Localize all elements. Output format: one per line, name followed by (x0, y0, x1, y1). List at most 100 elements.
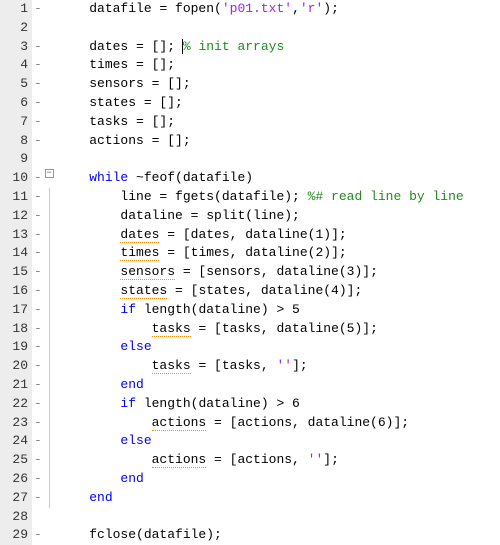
breakpoint-dash[interactable]: - (32, 132, 42, 151)
code-content[interactable]: dates = []; % init arrays (56, 38, 500, 57)
breakpoint-dash[interactable]: - (32, 395, 42, 414)
breakpoint-dash[interactable]: - (32, 188, 42, 207)
breakpoint-dash[interactable]: - (32, 376, 42, 395)
code-line[interactable]: 16- states = [states, dataline(4)]; (0, 282, 500, 301)
code-content[interactable]: fclose(datafile); (56, 526, 500, 545)
code-content[interactable]: states = [states, dataline(4)]; (56, 282, 500, 301)
breakpoint-dash[interactable]: - (32, 113, 42, 132)
fold-guide-line (49, 376, 50, 395)
breakpoint-dash[interactable]: - (32, 526, 42, 545)
code-content[interactable]: end (56, 376, 500, 395)
code-content[interactable]: tasks = []; (56, 113, 500, 132)
line-number: 12 (12, 207, 28, 226)
fold-column (42, 244, 56, 263)
code-content[interactable]: times = []; (56, 56, 500, 75)
code-editor[interactable]: 1- datafile = fopen('p01.txt','r');23- d… (0, 0, 500, 545)
line-number-gutter: 19 (0, 338, 32, 357)
code-content[interactable]: states = []; (56, 94, 500, 113)
code-content[interactable]: tasks = [tasks, '']; (56, 357, 500, 376)
code-content[interactable]: if length(dataline) > 6 (56, 395, 500, 414)
code-line[interactable]: 19- else (0, 338, 500, 357)
code-content[interactable]: sensors = []; (56, 75, 500, 94)
code-line[interactable]: 27- end (0, 489, 500, 508)
breakpoint-dash[interactable]: - (32, 338, 42, 357)
breakpoint-dash[interactable]: - (32, 169, 42, 188)
code-line[interactable]: 1- datafile = fopen('p01.txt','r'); (0, 0, 500, 19)
code-line[interactable]: 3- dates = []; % init arrays (0, 38, 500, 57)
code-line[interactable]: 23- actions = [actions, dataline(6)]; (0, 414, 500, 433)
breakpoint-dash[interactable]: - (32, 414, 42, 433)
code-line[interactable]: 11- line = fgets(datafile); %# read line… (0, 188, 500, 207)
indent (58, 321, 152, 336)
text-token: sensors = []; (89, 76, 190, 91)
fold-minus-icon[interactable]: − (45, 169, 54, 178)
code-line[interactable]: 29- fclose(datafile); (0, 526, 500, 545)
breakpoint-dash[interactable]: - (32, 263, 42, 282)
fold-column (42, 432, 56, 451)
code-content[interactable]: actions = [actions, '']; (56, 451, 500, 470)
breakpoint-dash[interactable]: - (32, 94, 42, 113)
breakpoint-dash[interactable]: - (32, 432, 42, 451)
warning-token: states (120, 283, 167, 299)
code-content[interactable]: dataline = split(line); (56, 207, 500, 226)
code-content[interactable]: if length(dataline) > 5 (56, 301, 500, 320)
code-content[interactable]: times = [times, dataline(2)]; (56, 244, 500, 263)
code-content[interactable]: end (56, 489, 500, 508)
fold-guide-line (49, 338, 50, 357)
code-content[interactable]: tasks = [tasks, dataline(5)]; (56, 320, 500, 339)
code-content[interactable]: sensors = [sensors, dataline(3)]; (56, 263, 500, 282)
code-line[interactable]: 15- sensors = [sensors, dataline(3)]; (0, 263, 500, 282)
code-line[interactable]: 2 (0, 19, 500, 38)
code-line[interactable]: 9 (0, 150, 500, 169)
code-line[interactable]: 10-− while ~feof(datafile) (0, 169, 500, 188)
breakpoint-dash[interactable]: - (32, 0, 42, 19)
code-content[interactable]: actions = [actions, dataline(6)]; (56, 414, 500, 433)
code-content[interactable]: datafile = fopen('p01.txt','r'); (56, 0, 500, 19)
code-line[interactable]: 22- if length(dataline) > 6 (0, 395, 500, 414)
code-line[interactable]: 28 (0, 508, 500, 527)
breakpoint-dash[interactable]: - (32, 56, 42, 75)
code-line[interactable]: 26- end (0, 470, 500, 489)
code-content[interactable]: end (56, 470, 500, 489)
code-content[interactable]: else (56, 338, 500, 357)
breakpoint-dash[interactable]: - (32, 75, 42, 94)
breakpoint-dash[interactable]: - (32, 451, 42, 470)
code-content[interactable]: dates = [dates, dataline(1)]; (56, 226, 500, 245)
code-line[interactable]: 18- tasks = [tasks, dataline(5)]; (0, 320, 500, 339)
fold-column (42, 357, 56, 376)
breakpoint-dash[interactable]: - (32, 489, 42, 508)
code-line[interactable]: 21- end (0, 376, 500, 395)
breakpoint-dash[interactable]: - (32, 207, 42, 226)
breakpoint-dash[interactable]: - (32, 226, 42, 245)
code-line[interactable]: 4- times = []; (0, 56, 500, 75)
breakpoint-dash[interactable]: - (32, 244, 42, 263)
code-content[interactable]: else (56, 432, 500, 451)
code-line[interactable]: 12- dataline = split(line); (0, 207, 500, 226)
code-line[interactable]: 24- else (0, 432, 500, 451)
code-line[interactable]: 8- actions = []; (0, 132, 500, 151)
code-content[interactable]: actions = []; (56, 132, 500, 151)
breakpoint-dash[interactable]: - (32, 38, 42, 57)
code-line[interactable]: 20- tasks = [tasks, '']; (0, 357, 500, 376)
breakpoint-dash[interactable]: - (32, 357, 42, 376)
code-line[interactable]: 6- states = []; (0, 94, 500, 113)
code-content[interactable]: while ~feof(datafile) (56, 169, 500, 188)
line-number: 27 (12, 489, 28, 508)
code-line[interactable]: 7- tasks = []; (0, 113, 500, 132)
breakpoint-dash[interactable]: - (32, 320, 42, 339)
code-line[interactable]: 17- if length(dataline) > 5 (0, 301, 500, 320)
string-token: 'p01.txt' (222, 1, 292, 16)
fold-guide-line (49, 263, 50, 282)
code-content[interactable]: line = fgets(datafile); %# read line by … (56, 188, 500, 207)
breakpoint-dash[interactable]: - (32, 282, 42, 301)
code-line[interactable]: 14- times = [times, dataline(2)]; (0, 244, 500, 263)
code-line[interactable]: 25- actions = [actions, '']; (0, 451, 500, 470)
fold-column (42, 376, 56, 395)
code-line[interactable]: 13- dates = [dates, dataline(1)]; (0, 226, 500, 245)
breakpoint-dash[interactable]: - (32, 470, 42, 489)
code-line[interactable]: 5- sensors = []; (0, 75, 500, 94)
breakpoint-dash[interactable]: - (32, 301, 42, 320)
fold-column[interactable]: − (42, 169, 56, 178)
line-number: 1 (20, 0, 28, 19)
warning-token: tasks (152, 358, 191, 374)
